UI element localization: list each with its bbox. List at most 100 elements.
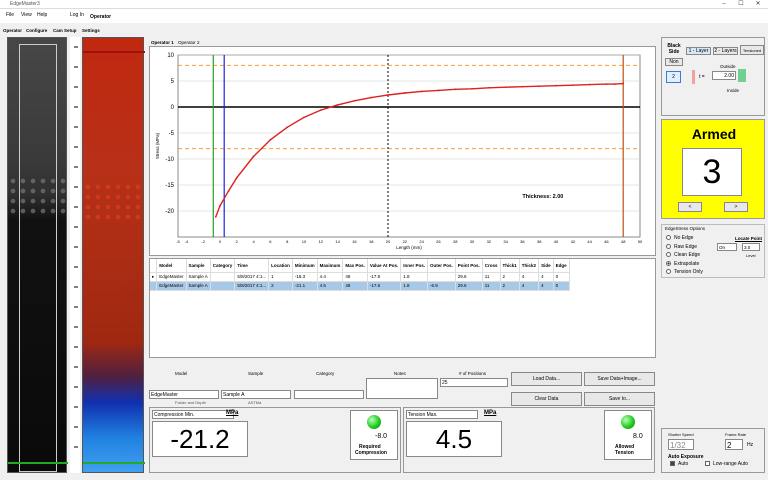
tab-operator-2[interactable]: Operator 2: [178, 40, 200, 45]
model-field[interactable]: EdgeMaster: [149, 390, 219, 399]
locate-number[interactable]: 3.0: [742, 243, 760, 251]
table-cell[interactable]: -17.8: [367, 272, 402, 282]
table-cell[interactable]: 5/8/2017 4:1...: [234, 272, 270, 282]
layer-2-button[interactable]: 2 - Layers: [713, 47, 738, 55]
table-cell[interactable]: Sample A: [186, 281, 211, 291]
table-cell[interactable]: 4: [519, 281, 540, 291]
tab-cam-setup[interactable]: Cam Setup: [53, 28, 77, 33]
table-cell[interactable]: 2: [500, 272, 520, 282]
low-range-check-icon[interactable]: [705, 461, 710, 467]
option-tension-only[interactable]: Tension Only: [666, 269, 703, 275]
radio-icon[interactable]: [666, 252, 671, 258]
category-field[interactable]: [294, 390, 364, 399]
table-header[interactable]: Thick1: [500, 259, 520, 273]
table-cell[interactable]: 1: [268, 272, 293, 282]
table-header[interactable]: Inner Pos.: [400, 259, 428, 273]
side-non-button[interactable]: Non: [665, 58, 683, 66]
table-cell[interactable]: 4.5: [317, 281, 344, 291]
table-cell[interactable]: 1.8: [400, 272, 428, 282]
maximize-icon[interactable]: ☐: [733, 0, 749, 9]
table-cell[interactable]: 11: [482, 281, 501, 291]
table-cell[interactable]: 48: [342, 272, 368, 282]
close-icon[interactable]: ✕: [750, 0, 766, 9]
frame-rate-value[interactable]: 2: [725, 439, 743, 450]
table-header[interactable]: Point Pos.: [455, 259, 483, 273]
table-header[interactable]: Model: [156, 259, 187, 273]
table-cell[interactable]: -6.9: [427, 281, 456, 291]
table-cell[interactable]: 29.6: [455, 281, 483, 291]
table-header[interactable]: Maximum: [317, 259, 344, 273]
option-clean-edge[interactable]: Clean Edge: [666, 252, 700, 258]
radio-icon[interactable]: [666, 243, 671, 249]
table-cell[interactable]: [427, 272, 456, 282]
table-cell[interactable]: 1.8: [400, 281, 428, 291]
table-header[interactable]: Value At Pos.: [367, 259, 402, 273]
positions-field[interactable]: 25: [440, 378, 508, 387]
login-label[interactable]: Log In: [70, 12, 84, 18]
next-button[interactable]: >: [724, 202, 748, 212]
layer-1-button[interactable]: 1 - Layer: [686, 47, 711, 55]
menu-help[interactable]: Help: [37, 12, 47, 18]
auto-checkbox[interactable]: Auto: [670, 461, 688, 467]
load-data-button[interactable]: Load Data...: [511, 372, 582, 386]
radio-icon[interactable]: [666, 269, 671, 275]
table-header[interactable]: Outer Pos.: [427, 259, 456, 273]
notes-field[interactable]: [366, 378, 438, 399]
tab-configure[interactable]: Configure: [26, 28, 47, 33]
tensioned-button[interactable]: Tensioned: [740, 45, 764, 55]
table-cell[interactable]: 4: [538, 272, 554, 282]
option-extrapolate[interactable]: Extrapolate: [666, 261, 699, 267]
table-cell[interactable]: Sample A: [186, 272, 211, 282]
sample-field[interactable]: Sample A: [221, 390, 291, 399]
save-to-button[interactable]: Save to...: [584, 392, 655, 406]
table-cell[interactable]: 4.4: [317, 272, 344, 282]
table-cell[interactable]: -18.3: [292, 272, 318, 282]
auto-check-icon[interactable]: [670, 461, 675, 467]
table-header[interactable]: Edge: [553, 259, 570, 273]
table-cell[interactable]: EdgeMaster: [156, 272, 187, 282]
tension-max-select[interactable]: Tension Max.: [406, 410, 478, 419]
low-range-checkbox[interactable]: Low-range Auto: [705, 461, 748, 467]
table-cell[interactable]: 4: [519, 272, 540, 282]
table-header[interactable]: Minimum: [292, 259, 318, 273]
compression-min-select[interactable]: Compression Min.: [152, 410, 234, 419]
shutter-value[interactable]: 1/32: [668, 439, 694, 450]
table-cell[interactable]: 29.6: [455, 272, 483, 282]
thickness-input[interactable]: 2.00: [712, 71, 736, 80]
locate-on-select[interactable]: On: [717, 243, 737, 251]
table-cell[interactable]: 4: [538, 281, 554, 291]
option-raw-edge[interactable]: Raw Edge: [666, 244, 697, 250]
table-header[interactable]: Time: [234, 259, 270, 273]
menu-view[interactable]: View: [21, 12, 32, 18]
table-cell[interactable]: [210, 281, 236, 291]
tab-operator[interactable]: Operator: [3, 28, 22, 33]
table-cell[interactable]: 2: [268, 281, 293, 291]
table-header[interactable]: Cross: [482, 259, 501, 273]
side-count[interactable]: 2: [666, 71, 681, 83]
save-data-image-button[interactable]: Save Data+Image...: [584, 372, 655, 386]
table-cell[interactable]: 48: [342, 281, 368, 291]
table-row[interactable]: ▸ EdgeMaster Sample A 5/8/2017 4:1... 1 -18.3…: [150, 272, 570, 282]
table-cell[interactable]: -21.1: [292, 281, 318, 291]
radio-icon[interactable]: [666, 235, 671, 241]
table-cell[interactable]: 5/8/2017 4:1...: [234, 281, 270, 291]
menu-file[interactable]: File: [6, 12, 14, 18]
table-cell[interactable]: -17.6: [367, 281, 402, 291]
clear-data-button[interactable]: Clear Data: [511, 392, 582, 406]
table-cell[interactable]: 0: [553, 272, 570, 282]
table-cell[interactable]: 2: [500, 281, 520, 291]
table-cell[interactable]: EdgeMaster: [156, 281, 187, 291]
table-row[interactable]: EdgeMaster Sample A 5/8/2017 4:1... 2 -21.1 4…: [150, 281, 570, 291]
minimize-icon[interactable]: –: [716, 0, 732, 9]
tab-operator-1[interactable]: Operator 1: [151, 40, 174, 45]
table-header[interactable]: Max Pos.: [342, 259, 368, 273]
table-cell[interactable]: 0: [553, 281, 570, 291]
table-header[interactable]: Location: [268, 259, 293, 273]
radio-icon[interactable]: [666, 260, 671, 266]
tab-settings[interactable]: Settings: [82, 28, 100, 33]
table-cell[interactable]: 11: [482, 272, 501, 282]
prev-button[interactable]: <: [678, 202, 702, 212]
table-header[interactable]: Side: [538, 259, 554, 273]
option-no-edge[interactable]: No Edge: [666, 235, 693, 241]
table-cell[interactable]: [210, 272, 236, 282]
